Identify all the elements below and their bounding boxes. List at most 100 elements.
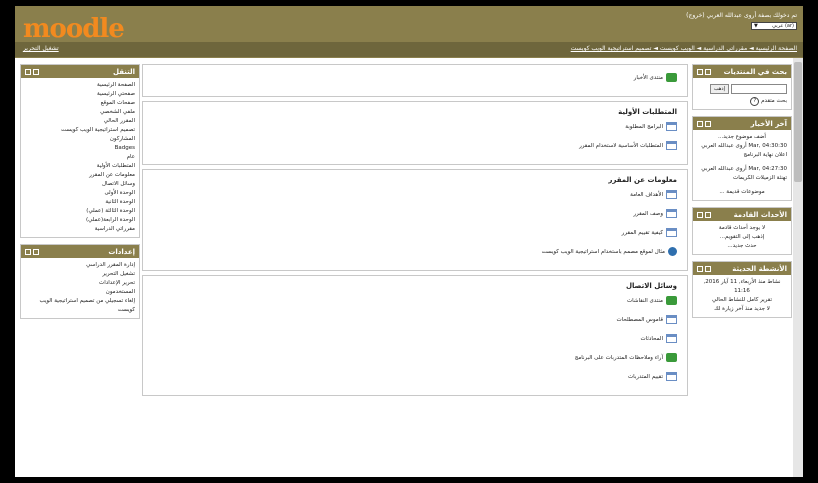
activity-label: المتطلبات الأساسية لاستخدام المقرر <box>579 142 663 149</box>
help-icon[interactable]: ? <box>750 97 760 106</box>
nav-item[interactable]: المتطلبات الأولية <box>25 162 135 171</box>
news-item: Mar, 04:30:30 أروى عبدالله العربي اعلان … <box>697 142 787 160</box>
navbar: الصفحة الرئيسية ◄ مقرراتي الدراسية ◄ الو… <box>15 42 803 57</box>
nav-item[interactable]: وسائل الاتصال <box>25 180 135 189</box>
nav-item-label: مقرراتي الدراسية <box>94 226 135 232</box>
search-input[interactable] <box>731 84 787 94</box>
settings-item[interactable]: تشغيل التحرير <box>25 270 135 279</box>
activity-link[interactable]: منتدى الأخبار <box>153 73 677 82</box>
activity-link[interactable]: منتدى النقاشات <box>153 296 677 305</box>
course-section: معلومات عن المقرر الأهداف العامة وصف المقر… <box>142 169 688 271</box>
page-icon <box>666 122 677 131</box>
news-date: Mar, 04:30:30 <box>748 143 787 149</box>
breadcrumb[interactable]: الصفحة الرئيسية ◄ مقرراتي الدراسية ◄ الو… <box>571 45 797 52</box>
activity-link[interactable]: آراء وملاحظات المتدربات على البرنامج <box>153 353 677 362</box>
navigation-block: التنقل الصفحة الرئيسية صفحتي الرئيسية صفحا… <box>20 64 140 238</box>
nav-item[interactable]: تصميم استراتيجية الويب كويست <box>25 126 135 135</box>
page-icon <box>666 372 677 381</box>
go-to-calendar-link[interactable]: إذهب إلى التقويم... <box>697 233 787 242</box>
advanced-search-link[interactable]: بحث متقدم <box>761 98 787 104</box>
block-controls[interactable] <box>25 68 39 75</box>
activity-label: البرامج المطلوبة <box>625 123 663 130</box>
settings-list: إدارة المقرر الدراسي تشغيل التحرير تحرير ا… <box>21 258 139 318</box>
nav-item[interactable]: المشاركون <box>25 135 135 144</box>
turn-editing-on-button[interactable]: تشغيل التحرير <box>23 45 59 52</box>
activity-link[interactable]: المتطلبات الأساسية لاستخدام المقرر <box>153 141 677 150</box>
activity-title: الأنشطة الحديثة <box>732 264 787 273</box>
latest-news-block: آخر الأخبار أضف موضوع جديد... Mar, 04:30… <box>692 116 792 201</box>
settings-item-label: إلغاء تسجيلي من تصميم استراتيجية الويب ك… <box>39 298 135 313</box>
settings-item[interactable]: إدارة المقرر الدراسي <box>25 261 135 270</box>
section-title: معلومات عن المقرر <box>608 176 677 184</box>
course-section: وسائل الاتصال منتدى النقاشات قاموس المصطلح… <box>142 275 688 396</box>
section-title: وسائل الاتصال <box>625 282 677 290</box>
navigation-title: التنقل <box>112 67 135 76</box>
login-info[interactable]: تم دخولك بصفة أروى عبدالله العربي (خروج) <box>686 12 797 19</box>
block-controls[interactable] <box>697 211 711 218</box>
search-title: بحث في المنتديات <box>723 67 787 76</box>
nav-item[interactable]: عام <box>25 153 135 162</box>
settings-item-label: إدارة المقرر الدراسي <box>86 262 135 268</box>
page-icon <box>666 334 677 343</box>
language-select[interactable]: ▼ عربي (ar) <box>751 22 797 30</box>
activity-link[interactable]: الأهداف العامة <box>153 190 677 199</box>
settings-item[interactable]: تحرير الإعدادات <box>25 279 135 288</box>
activity-label: كيفية تقييم المقرر <box>621 229 663 236</box>
nav-item[interactable]: المقرر الحالي <box>25 117 135 126</box>
nav-item[interactable]: الوحدة الثانية <box>25 198 135 207</box>
nav-item[interactable]: ملفي الشخصي <box>25 108 135 117</box>
block-controls[interactable] <box>25 248 39 255</box>
activity-link[interactable]: مثال لموقع مصمم باستخدام استراتيجية الوي… <box>153 247 677 256</box>
nothing-new-text: لا جديد منذ آخر زيارة لك <box>714 306 770 312</box>
activity-link[interactable]: تقييم المتدربات <box>153 372 677 381</box>
activity-label: منتدى الأخبار <box>633 74 663 81</box>
nav-item[interactable]: الوحدة الثالثة (عملي) <box>25 207 135 216</box>
nav-item-label: صفحات الموقع <box>100 100 135 106</box>
nav-item[interactable]: صفحتي الرئيسية <box>25 90 135 99</box>
activity-link[interactable]: المحادثات <box>153 334 677 343</box>
news-item: Mar, 04:27:30 أروى عبدالله العربي تهنئة … <box>697 165 787 183</box>
section-title: المتطلبات الأولية <box>618 108 677 116</box>
full-report-link[interactable]: تقرير كامل للنشاط الحالي <box>697 296 787 305</box>
search-go-button[interactable]: إذهب <box>709 84 729 94</box>
no-events-text: لا يوجد أحداث قادمة <box>718 225 766 231</box>
nav-item[interactable]: مقرراتي الدراسية <box>25 225 135 234</box>
moodle-logo[interactable]: moodle <box>23 14 125 44</box>
nav-item-label: المشاركون <box>109 136 135 142</box>
nav-item[interactable]: الوحدة الأولى <box>25 189 135 198</box>
new-event-link[interactable]: حدث جديد... <box>697 242 787 251</box>
settings-item[interactable]: المستخدمون <box>25 288 135 297</box>
activity-link[interactable]: وصف المقرر <box>153 209 677 218</box>
block-controls[interactable] <box>697 120 711 127</box>
nav-item-label: عام <box>126 154 135 160</box>
block-controls[interactable] <box>697 265 711 272</box>
news-author: أروى عبدالله العربي <box>701 143 747 149</box>
vertical-scrollbar[interactable] <box>793 58 803 477</box>
nav-item-label: الوحدة الثالثة (عملي) <box>86 208 135 214</box>
settings-item[interactable]: إلغاء تسجيلي من تصميم استراتيجية الويب ك… <box>25 297 135 315</box>
activity-link[interactable]: قاموس المصطلحات <box>153 315 677 324</box>
activity-label: الأهداف العامة <box>630 191 663 198</box>
course-section: المتطلبات الأولية البرامج المطلوبة المتطلب… <box>142 101 688 165</box>
older-topics-link[interactable]: موضوعات قديمة ... <box>697 188 787 197</box>
nav-item-label: صفحتي الرئيسية <box>97 91 135 97</box>
add-topic-link[interactable]: أضف موضوع جديد... <box>697 133 787 142</box>
activity-label: منتدى النقاشات <box>627 297 663 304</box>
nav-item[interactable]: معلومات عن المقرر <box>25 171 135 180</box>
left-column: التنقل الصفحة الرئيسية صفحتي الرئيسية صفحا… <box>20 64 140 325</box>
settings-item-label: تحرير الإعدادات <box>99 280 135 286</box>
nav-item[interactable]: Badges <box>25 144 135 153</box>
block-controls[interactable] <box>697 68 711 75</box>
news-text[interactable]: اعلان نهاية البرنامج <box>744 152 787 158</box>
activity-label: مثال لموقع مصمم باستخدام استراتيجية الوي… <box>541 248 665 255</box>
url-icon <box>668 247 677 256</box>
news-text[interactable]: تهنئة الزميلات الكريمات <box>733 175 787 181</box>
scrollbar-thumb[interactable] <box>794 62 802 182</box>
nav-item[interactable]: الوحدة الرابعة(عملي) <box>25 216 135 225</box>
nav-item[interactable]: صفحات الموقع <box>25 99 135 108</box>
activity-link[interactable]: البرامج المطلوبة <box>153 122 677 131</box>
navigation-list: الصفحة الرئيسية صفحتي الرئيسية صفحات الموق… <box>21 78 139 237</box>
nav-item-label: الصفحة الرئيسية <box>97 82 135 88</box>
activity-link[interactable]: كيفية تقييم المقرر <box>153 228 677 237</box>
nav-item[interactable]: الصفحة الرئيسية <box>25 81 135 90</box>
